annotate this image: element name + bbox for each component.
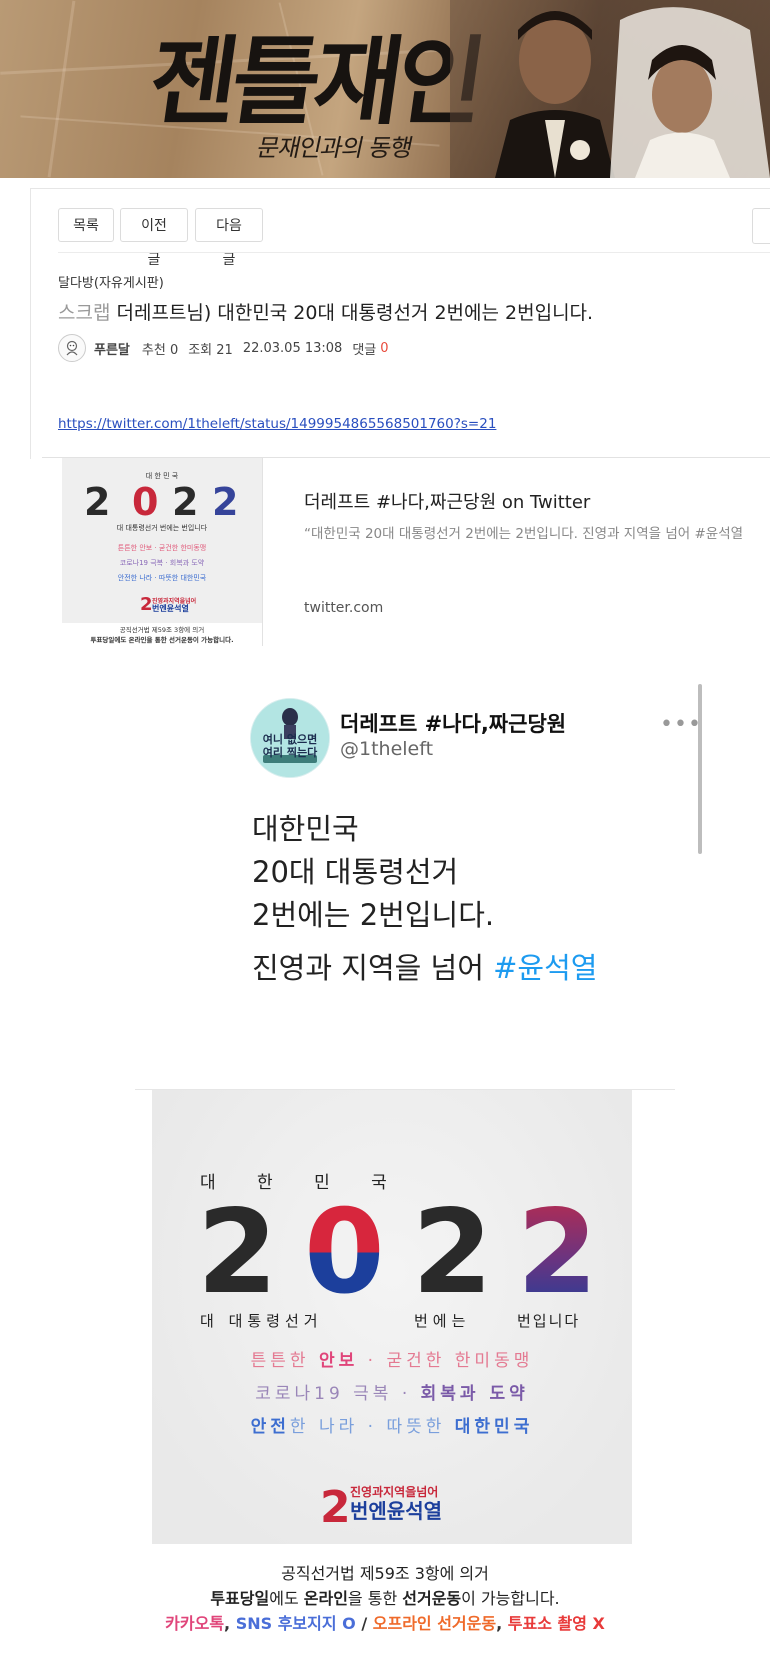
post-meta: 푸른달 추천 0 조회 21 22.03.05 13:08 댓글 0 [58,334,389,362]
banner-subtitle: 문재인과의 동행 [254,134,415,162]
poster-line3-b: 한 나라 · 따뜻한 [290,1417,455,1437]
thumb-caption2: 투표당일에도 온라인을 통한 선거운동이 가능합니다. [90,636,234,644]
scrollbar[interactable] [698,684,702,854]
svg-text:2: 2 [212,480,238,524]
poster-graphic: 대 한 민 국 2 0 2 2 대 대통령선거 번에는 번입니다 튼튼한 안보 … [197,1173,598,1533]
notice-bold1: 투표당일 [210,1589,270,1608]
poster-line2-a: 코로나19 극복 · [255,1384,420,1404]
notice-offline: 오프라인 선거운동 [372,1614,497,1633]
poster-logo-top: 진영과지역을넘어 [350,1484,438,1499]
poster-sub-b: 번에는 [414,1312,470,1330]
notice-line1: 공직선거법 제59조 3항에 의거 [281,1564,489,1583]
notice-photo: 투표소 촬영 X [507,1614,605,1633]
tweet-link[interactable]: https://twitter.com/1theleft/status/1499… [58,416,496,432]
board-name[interactable]: 달다방(자유게시판) [58,272,164,291]
more-options-icon[interactable]: ••• [660,712,702,737]
notice-sep2: / [355,1614,373,1633]
notice-sns: SNS 후보지지 O [235,1614,356,1633]
post-title-text: 더레프트님) 대한민국 20대 대통령선거 2번에는 2번입니다. [116,302,594,324]
svg-text:2: 2 [140,594,153,615]
svg-text:코로나19 극복 · 회복과 도약: 코로나19 극복 · 회복과 도약 [120,558,205,567]
link-preview-description: “대한민국 20대 대통령선거 2번에는 2번입니다. 진영과 지역을 넘어 #… [304,526,744,542]
comment-count: 0 [380,340,389,356]
post-title: 스크랩 더레프트님) 대한민국 20대 대통령선거 2번에는 2번입니다. [58,298,593,325]
tweet-text-line1: 대한민국 [252,812,359,846]
comment-label[interactable]: 댓글 [352,339,376,358]
poster-line3: 안전한 나라 · 따뜻한 대한민국 [251,1417,534,1437]
tweet-text-line2: 20대 대통령선거 [252,855,459,889]
notice-bold3: 선거운동 [402,1589,462,1608]
poster-year-digit1: 2 [197,1185,278,1320]
poster-sub-c: 번입니다 [517,1312,580,1330]
wedding-photo [450,0,770,178]
poster-sub-a: 대 대통령선거 [200,1312,323,1330]
notice-line3: 카카오톡, SNS 후보지지 O / 오프라인 선거운동, 투표소 촬영 X [0,1610,770,1634]
tweet-image[interactable]: 대 한 민 국 2 0 2 2 대 대통령선거 번에는 번입니다 튼튼한 안보 … [152,1090,632,1544]
hashtag-link[interactable]: #윤석열 [493,951,597,985]
notice-text2: 을 통한 [347,1589,403,1608]
thumb-caption1: 공직선거법 제59조 3항에 의거 [119,626,205,634]
poster-line3-c: 대한민국 [455,1417,534,1437]
view-count: 조회 21 [188,342,233,358]
notice-kakaotalk: 카카오톡 [165,1614,225,1633]
tweet-author-name[interactable]: 더레프트 #나다,짜근당원 [340,708,566,738]
svg-text:대 한 민 국: 대 한 민 국 [146,471,179,480]
svg-text:2: 2 [172,480,198,524]
notice-sep3: , [496,1614,508,1633]
svg-text:번엔윤석열: 번엔윤석열 [152,603,189,613]
thumbnail-poster-graphic: 대 한 민 국 2 0 2 2 대 대통령선거 번에는 번입니다 튼튼한 안보 … [62,471,262,646]
post-date: 22.03.05 13:08 [242,340,343,356]
poster-line1: 튼튼한 안보 · 굳건한 한미동맹 [251,1351,534,1371]
banner-title: 젠틀재인 [142,25,488,138]
avatar-text2: 여리 찍는다 [262,746,318,759]
divider [58,252,770,253]
poster-year-digit4: 2 [517,1185,598,1320]
tweet-text-line3: 2번에는 2번입니다. [252,898,495,932]
poster-line1-c: · 굳건한 한미동맹 [358,1351,533,1371]
notice-sep1: , [224,1614,236,1633]
poster-line1-b: 안보 [319,1351,358,1371]
notice-line2: 투표당일에도 온라인을 통한 선거운동이 가능합니다. [0,1585,770,1609]
svg-text:대 대통령선거 번에는 번입니다: 대 대통령선거 번에는 번입니다 [117,523,208,532]
poster-line2: 코로나19 극복 · 회복과 도약 [255,1383,529,1404]
tweet-text-line4-text: 진영과 지역을 넘어 [252,951,494,985]
tweet-author-avatar[interactable]: 여니 없으면 여리 찍는다 [250,698,330,778]
poster-logo-bottom: 번엔윤석열 [350,1499,442,1523]
avatar[interactable] [58,334,86,362]
poster-line2-b: 회복과 도약 [421,1383,529,1404]
poster-year-digit3: 2 [412,1185,493,1320]
svg-text:2: 2 [84,480,110,524]
scrap-label: 스크랩 [58,302,111,324]
notice-text3: 이 가능합니다. [461,1589,560,1608]
svg-text:튼튼한 안보 · 굳건한 한미동맹: 튼튼한 안보 · 굳건한 한미동맹 [118,543,206,552]
recommend-count: 추천 0 [141,342,179,358]
tweet-text-line4: 진영과 지역을 넘어 #윤석열 [252,945,597,987]
poster-line3-a: 안전 [251,1417,290,1437]
author-name[interactable]: 푸른달 [94,339,130,358]
link-preview-domain: twitter.com [304,600,384,616]
notice-text1: 에도 [269,1589,304,1608]
poster-logo-num: 2 [320,1482,351,1533]
poster-line1-a: 튼튼한 [251,1351,319,1371]
user-icon [66,340,78,356]
prev-post-button[interactable]: 이전글 [120,208,188,268]
link-preview-thumbnail[interactable]: 대 한 민 국 2 0 2 2 대 대통령선거 번에는 번입니다 튼튼한 안보 … [62,458,263,646]
svg-text:안전한 나라 · 따뜻한 대한민국: 안전한 나라 · 따뜻한 대한민국 [118,573,207,582]
poster-year-digit2: 0 [304,1185,385,1320]
list-button[interactable]: 목록 [58,208,114,242]
notice-bold2: 온라인 [303,1589,348,1608]
next-post-button[interactable]: 다음글 [195,208,263,268]
svg-text:0: 0 [132,480,158,524]
tweet-author-handle[interactable]: @1theleft [340,738,433,760]
link-preview-title[interactable]: 더레프트 #나다,짜근당원 on Twitter [304,488,590,514]
more-button[interactable] [752,208,770,244]
